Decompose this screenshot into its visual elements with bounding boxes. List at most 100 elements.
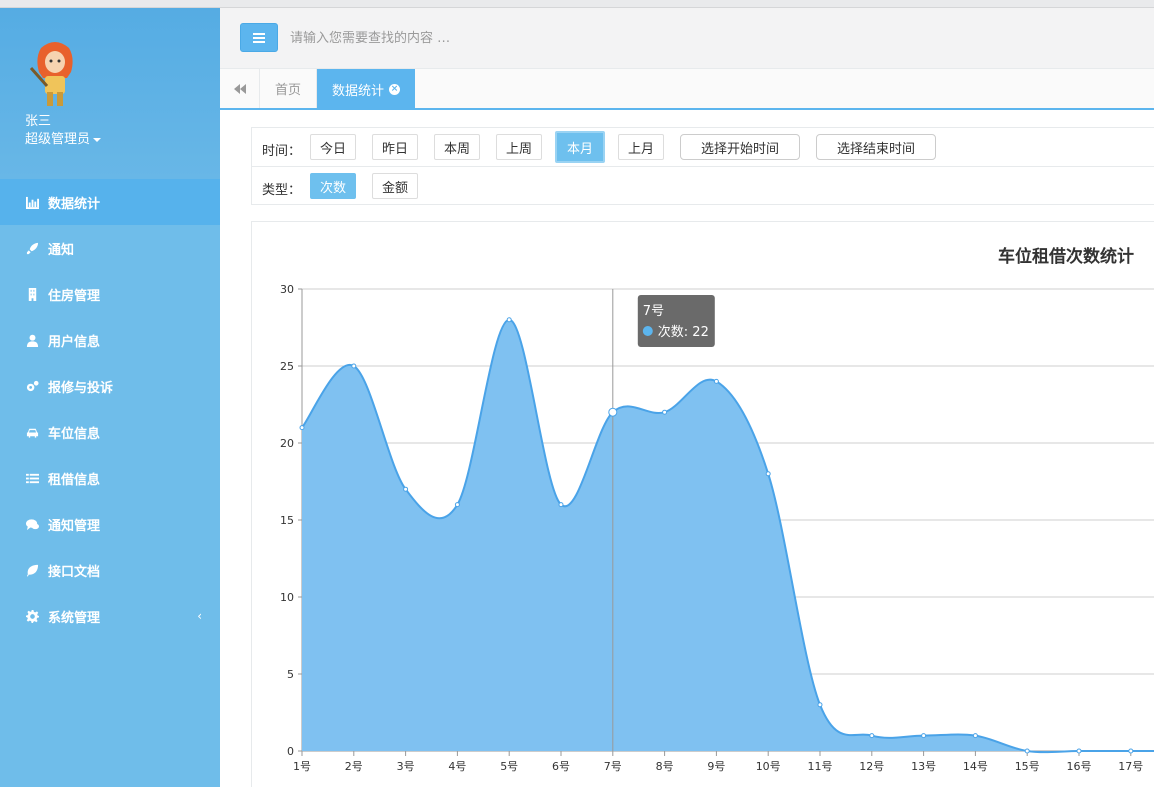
search-input[interactable]: [290, 26, 710, 50]
sidebar-item-label: 系统管理: [48, 610, 101, 626]
x-tick-label: 5号: [500, 760, 518, 773]
data-point: [765, 471, 771, 477]
leaf-icon: [25, 563, 39, 577]
sidebar-item-label: 通知管理: [48, 518, 101, 534]
data-point: [1024, 748, 1030, 754]
chart-panel: 车位租借次数统计 0 5 10 15 20 25 30 1号 2号 3号 4号 5号 6号 7号 8号 9号 1…: [251, 221, 1154, 787]
rocket-icon: [25, 241, 39, 255]
cogs-icon: [25, 379, 39, 393]
x-tick-label: 14号: [963, 760, 988, 773]
series-area: [302, 319, 1154, 753]
x-tick-label: 3号: [397, 760, 415, 773]
x-tick-label: 12号: [859, 760, 884, 773]
tooltip-category: 7号: [643, 304, 664, 319]
type-option-amount[interactable]: 金额: [372, 173, 418, 199]
y-tick-label: 0: [287, 745, 294, 758]
sidebar-item-repairs[interactable]: 报修与投诉: [0, 363, 220, 409]
double-left-arrow-icon: [233, 83, 246, 94]
data-point: [454, 502, 460, 508]
time-option-last-week[interactable]: 上周: [496, 134, 542, 160]
sidebar-item-users[interactable]: 用户信息: [0, 317, 220, 363]
sidebar-item-label: 用户信息: [48, 334, 101, 350]
close-icon[interactable]: ×: [389, 83, 401, 95]
sidebar-item-rentals[interactable]: 租借信息: [0, 455, 220, 501]
sidebar-toggle-button[interactable]: [240, 23, 278, 52]
end-time-button[interactable]: 选择结束时间: [816, 134, 936, 160]
tab-label: 数据统计: [332, 83, 385, 99]
time-option-last-month[interactable]: 上月: [618, 134, 664, 160]
data-point: [1128, 748, 1134, 754]
car-icon: [25, 425, 39, 439]
user-role-dropdown[interactable]: 超级管理员: [25, 128, 102, 147]
y-tick-label: 20: [280, 437, 294, 450]
data-point: [972, 733, 978, 739]
x-tick-label: 11号: [808, 760, 833, 773]
data-point: [403, 486, 409, 492]
y-tick-label: 30: [280, 283, 294, 296]
sidebar-item-notice-manage[interactable]: 通知管理: [0, 501, 220, 547]
x-tick-label: 6号: [552, 760, 570, 773]
time-filter-label: 时间：: [262, 144, 302, 159]
time-filter-row: 时间： 今日 昨日 本周 上周 本月 上月 选择开始时间 选择结束时间: [252, 128, 1154, 167]
type-option-count[interactable]: 次数: [310, 173, 356, 199]
time-option-this-month[interactable]: 本月: [555, 131, 605, 163]
caret-down-icon: [93, 137, 102, 142]
time-option-today[interactable]: 今日: [310, 134, 356, 160]
sidebar-item-notice[interactable]: 通知: [0, 225, 220, 271]
chevron-left-icon: ‹: [197, 609, 202, 623]
time-option-this-week[interactable]: 本周: [434, 134, 480, 160]
tooltip-value: 次数: 22: [658, 324, 709, 340]
tab-label: 首页: [275, 83, 302, 98]
tab-data-stats[interactable]: 数据统计 ×: [317, 69, 416, 109]
x-tick-label: 9号: [707, 760, 725, 773]
tab-scroll-left-button[interactable]: [220, 69, 260, 108]
sidebar-item-data-stats[interactable]: 数据统计: [0, 179, 220, 225]
y-tick-label: 5: [287, 668, 294, 681]
sidebar-item-system[interactable]: 系统管理 ‹: [0, 593, 220, 639]
user-name: 张三: [25, 114, 52, 129]
time-option-yesterday[interactable]: 昨日: [372, 134, 418, 160]
bar-chart-icon: [25, 195, 39, 209]
x-tick-label: 8号: [656, 760, 674, 773]
y-tick-label: 10: [280, 591, 294, 604]
sidebar-item-parking[interactable]: 车位信息: [0, 409, 220, 455]
sidebar-item-label: 通知: [48, 242, 75, 258]
sidebar-menu: 数据统计 通知 住房管理 用户信息 报修与投诉 车位信息 租借信息 通知管理 接…: [0, 179, 220, 639]
data-point: [662, 409, 668, 415]
avatar[interactable]: [27, 38, 83, 108]
tooltip-series-marker: [642, 326, 653, 336]
user-role-label: 超级管理员: [25, 132, 91, 147]
data-point: [351, 363, 357, 369]
type-filter-label: 类型：: [262, 183, 302, 198]
sidebar-item-label: 报修与投诉: [48, 380, 114, 396]
profile-panel: 张三 超级管理员: [0, 8, 220, 179]
start-time-button[interactable]: 选择开始时间: [680, 134, 800, 160]
comments-icon: [25, 517, 39, 531]
data-point: [1076, 748, 1082, 754]
filter-panel: 时间： 今日 昨日 本周 上周 本月 上月 选择开始时间 选择结束时间 类型： …: [251, 127, 1154, 205]
x-tick-label: 4号: [448, 760, 466, 773]
y-tick-label: 15: [280, 514, 294, 527]
x-tick-label: 16号: [1067, 760, 1092, 773]
sidebar-item-api-docs[interactable]: 接口文档: [0, 547, 220, 593]
x-tick-label: 15号: [1015, 760, 1040, 773]
data-point: [713, 378, 719, 384]
data-point: [869, 733, 875, 739]
sidebar-item-housing[interactable]: 住房管理: [0, 271, 220, 317]
data-point: [558, 502, 564, 508]
tab-home[interactable]: 首页: [260, 69, 318, 108]
list-icon: [25, 471, 39, 485]
data-point: [506, 317, 512, 323]
sidebar-item-label: 住房管理: [48, 288, 101, 304]
x-tick-label: 2号: [345, 760, 363, 773]
building-icon: [25, 287, 39, 301]
sidebar: 张三 超级管理员 数据统计 通知 住房管理 用户信息 报修与投诉 车位信息 租借…: [0, 8, 220, 787]
sidebar-item-label: 租借信息: [48, 472, 101, 488]
data-point: [817, 702, 823, 708]
area-chart[interactable]: 0 5 10 15 20 25 30 1号 2号 3号 4号 5号 6号 7号 8号 9号 10号 11号 12号 1…: [252, 222, 1154, 787]
type-filter-row: 类型： 次数 金额: [252, 167, 1154, 206]
x-tick-label: 1号: [293, 760, 311, 773]
data-point: [608, 407, 618, 417]
top-navbar: [220, 8, 1154, 69]
window-top-edge: [0, 0, 1154, 8]
